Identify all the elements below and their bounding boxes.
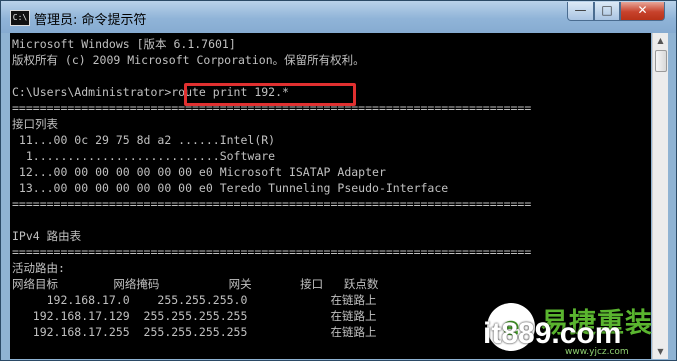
console-line: 13...00 00 00 00 00 00 00 e0 Teredo Tunn… [12, 181, 449, 195]
watermark-logo: e 易捷重装 it889.com www.yjcz.com [473, 299, 677, 361]
title-bar[interactable]: C:\ 管理员: 命令提示符 — □ ✕ [1, 1, 676, 33]
console-lines: Microsoft Windows [版本 6.1.7601] 版权所有 (c) … [12, 36, 531, 340]
close-button[interactable]: ✕ [620, 2, 665, 21]
logo-domain-text: it889.com [483, 317, 622, 350]
console-line: 192.168.17.255 255.255.255.255 在链路上 [12, 325, 377, 339]
console-line: 12...00 00 00 00 00 00 00 e0 Microsoft I… [12, 165, 386, 179]
console-line: 接口列表 [12, 117, 58, 131]
console-line: 192.168.17.0 255.255.255.0 在链路上 [12, 293, 377, 307]
console-line: ========================================… [12, 245, 532, 259]
console-line: Microsoft Windows [版本 6.1.7601] [12, 37, 236, 51]
console-line: 1...........................Software [12, 149, 276, 163]
scrollbar-thumb[interactable] [655, 50, 667, 72]
window-title: 管理员: 命令提示符 [34, 13, 147, 28]
console-line: 版权所有 (c) 2009 Microsoft Corporation。保留所有… [12, 53, 365, 67]
scroll-up-arrow-icon[interactable]: ▲ [653, 33, 668, 48]
console-line: IPv4 路由表 [12, 229, 82, 243]
minimize-button[interactable]: — [567, 2, 594, 21]
console-line: 192.168.17.129 255.255.255.255 在链路上 [12, 309, 377, 323]
logo-url-text: www.yjcz.com [565, 347, 629, 357]
cmd-icon[interactable]: C:\ [10, 10, 30, 26]
console-line: ========================================… [12, 197, 532, 211]
command-highlight-box [184, 83, 356, 106]
console-line: 网络目标 网络掩码 网关 接口 跃点数 [12, 277, 379, 291]
maximize-button[interactable]: □ [594, 2, 620, 21]
console-line: 11...00 0c 29 75 8d a2 ......Intel(R) [12, 133, 276, 147]
console-line: 活动路由: [12, 261, 65, 275]
